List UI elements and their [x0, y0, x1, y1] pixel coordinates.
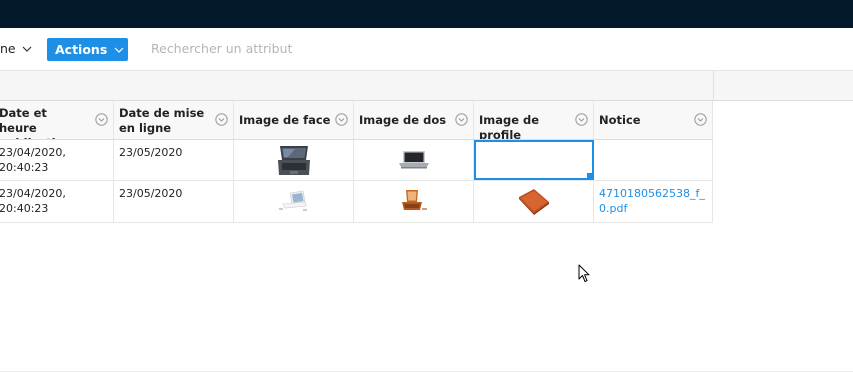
- chevron-down-icon: [22, 46, 32, 52]
- column-header-label: Image de face: [239, 113, 331, 127]
- cell-notice[interactable]: [594, 140, 713, 180]
- column-header-label: Date et heure publication: [0, 106, 72, 139]
- column-header-image-profile[interactable]: Image de profile: [474, 101, 594, 139]
- cell-image-dos[interactable]: [354, 181, 474, 222]
- laptop-orange-closed-image: [518, 188, 549, 215]
- column-group-header: [0, 71, 853, 101]
- cell-image-profile-selected[interactable]: [474, 140, 594, 180]
- column-header-label: Notice: [599, 113, 641, 127]
- chevron-circle-icon[interactable]: [95, 113, 108, 126]
- cell-notice[interactable]: 4710180562538_f_0.pdf: [594, 181, 713, 222]
- notice-file-link[interactable]: 4710180562538_f_0.pdf: [599, 187, 705, 215]
- chevron-circle-icon[interactable]: [335, 113, 348, 126]
- laptop-white-image: [278, 190, 307, 211]
- cell-image-face[interactable]: [234, 181, 354, 222]
- actions-button[interactable]: Actions: [47, 38, 128, 61]
- toolbar: ne Actions: [0, 28, 853, 71]
- actions-button-label: Actions: [55, 42, 108, 57]
- column-header-image-face[interactable]: Image de face: [234, 101, 354, 139]
- cell-image-profile[interactable]: [474, 181, 594, 222]
- cell-mise-en-ligne[interactable]: 23/05/2020: [114, 181, 234, 222]
- column-header-label: Date de mise en ligne: [119, 106, 205, 135]
- view-selector[interactable]: ne: [0, 41, 32, 56]
- table-row[interactable]: 23/04/2020, 20:40:23 23/05/2020: [0, 181, 713, 223]
- column-header-mise-en-ligne[interactable]: Date de mise en ligne: [114, 101, 234, 139]
- table-row[interactable]: 23/04/2020, 20:40:23 23/05/2020: [0, 140, 713, 181]
- chevron-down-icon: [114, 47, 124, 53]
- column-header-publication[interactable]: Date et heure publication: [0, 101, 114, 139]
- attribute-search-input[interactable]: [151, 41, 451, 56]
- table-header-row: Date et heure publication Date de mise e…: [0, 101, 713, 140]
- chevron-circle-icon[interactable]: [575, 113, 588, 126]
- cell-publication[interactable]: 23/04/2020, 20:40:23: [0, 181, 114, 222]
- column-header-image-dos[interactable]: Image de dos: [354, 101, 474, 139]
- fill-handle[interactable]: [587, 173, 592, 178]
- column-divider: [713, 71, 714, 101]
- cell-image-dos[interactable]: [354, 140, 474, 180]
- view-selector-label: ne: [0, 41, 16, 56]
- mouse-pointer-icon: [578, 264, 590, 282]
- cell-publication[interactable]: 23/04/2020, 20:40:23: [0, 140, 114, 180]
- laptop-silver-image: [398, 151, 429, 169]
- cell-image-face[interactable]: [234, 140, 354, 180]
- cell-mise-en-ligne[interactable]: 23/05/2020: [114, 140, 234, 180]
- chevron-circle-icon[interactable]: [215, 113, 228, 126]
- chevron-circle-icon[interactable]: [455, 113, 468, 126]
- column-header-notice[interactable]: Notice: [594, 101, 713, 139]
- column-header-label: Image de dos: [359, 113, 447, 127]
- laptop-dark-image: [277, 146, 310, 175]
- laptop-orange-image: [401, 189, 427, 210]
- chevron-circle-icon[interactable]: [694, 113, 707, 126]
- footer-divider: [0, 371, 853, 372]
- top-navigation-bar: [0, 0, 853, 28]
